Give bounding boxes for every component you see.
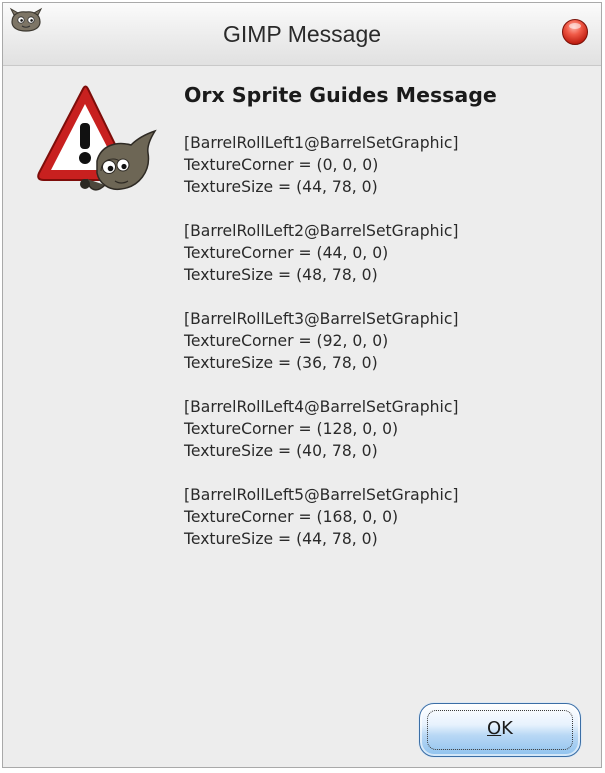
texture-size: TextureSize = (36, 78, 0) (184, 354, 378, 372)
texture-size: TextureSize = (40, 78, 0) (184, 442, 378, 460)
texture-corner: TextureCorner = (44, 0, 0) (184, 244, 389, 262)
section-name: [BarrelRollLeft4@BarrelSetGraphic] (184, 398, 459, 416)
texture-size: TextureSize = (44, 78, 0) (184, 178, 378, 196)
title-bar[interactable]: GIMP Message (3, 3, 601, 66)
texture-corner: TextureCorner = (92, 0, 0) (184, 332, 389, 350)
texture-block-4: [BarrelRollLeft4@BarrelSetGraphic] Textu… (184, 396, 594, 462)
texture-block-5: [BarrelRollLeft5@BarrelSetGraphic] Textu… (184, 484, 594, 550)
texture-block-1: [BarrelRollLeft1@BarrelSetGraphic] Textu… (184, 132, 594, 198)
warning-icon (37, 85, 157, 191)
texture-size: TextureSize = (44, 78, 0) (184, 530, 378, 548)
texture-block-3: [BarrelRollLeft3@BarrelSetGraphic] Textu… (184, 308, 594, 374)
ok-label-rest: K (501, 718, 513, 739)
close-icon[interactable] (562, 19, 588, 45)
texture-size: TextureSize = (48, 78, 0) (184, 266, 378, 284)
section-name: [BarrelRollLeft1@BarrelSetGraphic] (184, 134, 459, 152)
window-title: GIMP Message (222, 21, 382, 47)
ok-button-label: OK (420, 718, 580, 739)
section-name: [BarrelRollLeft5@BarrelSetGraphic] (184, 486, 459, 504)
message-dialog-window: GIMP Message Orx Sprite Guides Message [… (2, 2, 602, 768)
message-heading: Orx Sprite Guides Message (184, 83, 497, 107)
texture-block-2: [BarrelRollLeft2@BarrelSetGraphic] Textu… (184, 220, 594, 286)
texture-corner: TextureCorner = (168, 0, 0) (184, 508, 399, 526)
section-name: [BarrelRollLeft3@BarrelSetGraphic] (184, 310, 459, 328)
texture-corner: TextureCorner = (0, 0, 0) (184, 156, 379, 174)
section-name: [BarrelRollLeft2@BarrelSetGraphic] (184, 222, 459, 240)
message-content: Orx Sprite Guides Message [BarrelRollLef… (184, 83, 594, 572)
ok-button[interactable]: OK (419, 703, 581, 757)
ok-mnemonic: O (487, 718, 502, 739)
texture-corner: TextureCorner = (128, 0, 0) (184, 420, 399, 438)
